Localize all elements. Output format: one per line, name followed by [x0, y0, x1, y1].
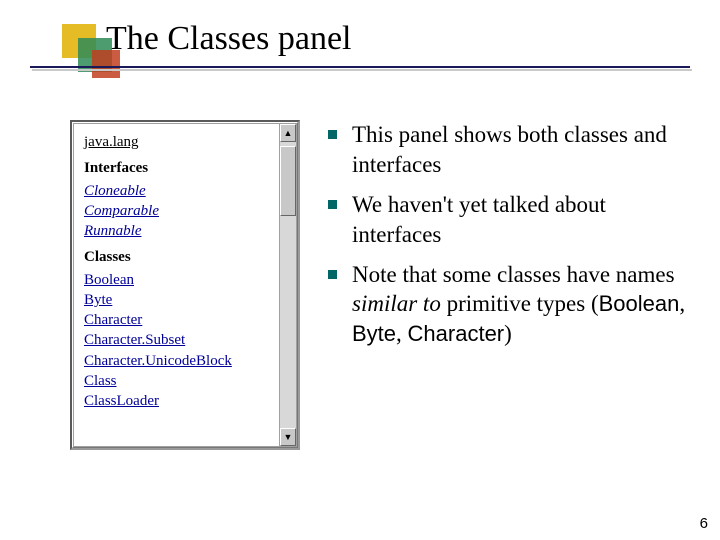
bullet-text-part: , — [679, 291, 685, 316]
bullet-list: This panel shows both classes and interf… — [328, 120, 690, 490]
scroll-down-button[interactable]: ▼ — [280, 428, 296, 446]
bullet-text-part: , — [396, 321, 408, 346]
title-rule — [30, 66, 690, 68]
bullet-text: This panel shows both classes and interf… — [352, 122, 667, 177]
bullet-text-part: Note that some classes have names — [352, 262, 675, 287]
bullet-item: We haven't yet talked about interfaces — [328, 190, 690, 250]
bullet-text-mono: Byte — [352, 321, 396, 346]
bullet-text-mono: Boolean — [599, 291, 680, 316]
interface-link[interactable]: Runnable — [84, 221, 275, 241]
page-number: 6 — [700, 515, 708, 532]
class-link[interactable]: Character.Subset — [84, 330, 275, 350]
bullet-text-part: primitive types ( — [441, 291, 599, 316]
class-link[interactable]: Character.UnicodeBlock — [84, 351, 275, 371]
slide-title: The Classes panel — [106, 18, 690, 58]
bullet-text-mono: Character — [408, 321, 505, 346]
bullet-text-italic: similar to — [352, 291, 441, 316]
title-rule-shadow — [32, 69, 692, 71]
class-link[interactable]: ClassLoader — [84, 391, 275, 411]
class-link[interactable]: Byte — [84, 290, 275, 310]
scroll-up-button[interactable]: ▲ — [280, 124, 296, 142]
classes-heading: Classes — [84, 247, 275, 267]
slide: The Classes panel java.lang Interfaces C… — [0, 0, 720, 540]
bullet-text: We haven't yet talked about interfaces — [352, 192, 606, 247]
class-link[interactable]: Boolean — [84, 270, 275, 290]
title-area: The Classes panel — [30, 18, 690, 70]
classes-panel-inner: java.lang Interfaces Cloneable Comparabl… — [72, 122, 298, 448]
class-link[interactable]: Character — [84, 310, 275, 330]
package-name: java.lang — [84, 132, 275, 152]
bullet-text-part: ) — [504, 321, 512, 346]
decorative-squares-icon — [62, 24, 118, 80]
scroll-thumb[interactable] — [280, 146, 296, 216]
classes-panel: java.lang Interfaces Cloneable Comparabl… — [70, 120, 300, 450]
interfaces-heading: Interfaces — [84, 158, 275, 178]
classes-panel-content: java.lang Interfaces Cloneable Comparabl… — [73, 123, 279, 447]
scroll-track[interactable] — [280, 142, 296, 428]
class-link[interactable]: Class — [84, 371, 275, 391]
bullet-item: This panel shows both classes and interf… — [328, 120, 690, 180]
scrollbar[interactable]: ▲ ▼ — [279, 123, 297, 447]
bullet-item: Note that some classes have names simila… — [328, 260, 690, 350]
interface-link[interactable]: Comparable — [84, 201, 275, 221]
slide-body: java.lang Interfaces Cloneable Comparabl… — [70, 120, 690, 490]
interface-link[interactable]: Cloneable — [84, 181, 275, 201]
